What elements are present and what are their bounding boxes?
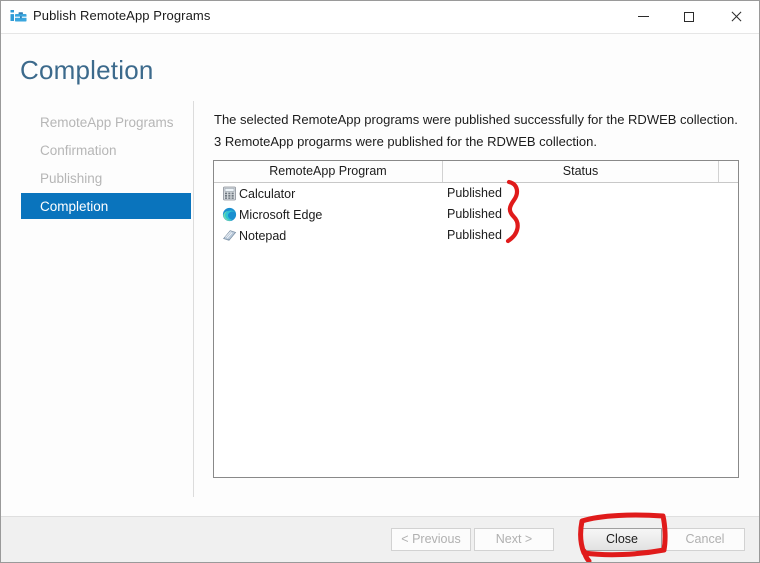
remoteapp-toolbox-icon bbox=[10, 9, 27, 26]
program-status-label: Published bbox=[447, 186, 502, 200]
publish-remoteapp-wizard-window: Publish RemoteApp Programs Completion Re… bbox=[0, 0, 760, 563]
program-name-cell: Calculator bbox=[222, 183, 295, 204]
sidebar-item-publishing[interactable]: Publishing bbox=[1, 165, 193, 191]
program-status-label: Published bbox=[447, 228, 502, 242]
calculator-icon bbox=[222, 186, 237, 201]
notepad-icon bbox=[222, 228, 237, 243]
sidebar-item-completion[interactable]: Completion bbox=[21, 193, 191, 219]
close-icon bbox=[730, 11, 741, 22]
next-button[interactable]: Next > bbox=[474, 528, 554, 551]
sidebar-item-label: RemoteApp Programs bbox=[40, 114, 174, 130]
success-message-secondary: 3 RemoteApp progarms were published for … bbox=[214, 134, 597, 149]
page-title: Completion bbox=[20, 55, 154, 85]
microsoft-edge-icon bbox=[222, 207, 237, 222]
minimize-button[interactable] bbox=[620, 1, 666, 32]
table-row[interactable]: Notepad Published bbox=[214, 225, 738, 246]
program-name-label: Notepad bbox=[239, 228, 287, 243]
sidebar-item-label: Confirmation bbox=[40, 142, 117, 158]
published-programs-table: RemoteApp Program Status Calculator Publ… bbox=[213, 160, 739, 478]
column-header-status[interactable]: Status bbox=[443, 161, 719, 182]
minimize-icon bbox=[637, 16, 649, 17]
close-button[interactable]: Close bbox=[582, 528, 662, 551]
sidebar-divider bbox=[193, 101, 194, 497]
sidebar-item-remoteapp-programs[interactable]: RemoteApp Programs bbox=[1, 109, 193, 135]
program-status-label: Published bbox=[447, 207, 502, 221]
success-message-primary: The selected RemoteApp programs were pub… bbox=[214, 112, 738, 127]
previous-button[interactable]: < Previous bbox=[391, 528, 471, 551]
program-name-label: Microsoft Edge bbox=[239, 207, 323, 222]
table-row[interactable]: Microsoft Edge Published bbox=[214, 204, 738, 225]
title-bar: Publish RemoteApp Programs bbox=[1, 1, 759, 34]
maximize-icon bbox=[684, 11, 694, 22]
column-header-blank[interactable] bbox=[719, 161, 738, 182]
table-row[interactable]: Calculator Published bbox=[214, 183, 738, 204]
close-window-button[interactable] bbox=[712, 1, 758, 32]
program-name-cell: Microsoft Edge bbox=[222, 204, 322, 225]
sidebar-item-label: Completion bbox=[40, 198, 109, 214]
maximize-button[interactable] bbox=[666, 1, 712, 32]
cancel-button[interactable]: Cancel bbox=[665, 528, 745, 551]
wizard-footer: < Previous Next > Close Cancel bbox=[1, 516, 759, 562]
column-header-remoteapp-program[interactable]: RemoteApp Program bbox=[214, 161, 443, 182]
table-header-row: RemoteApp Program Status bbox=[214, 161, 738, 183]
wizard-step-nav: RemoteApp Programs Confirmation Publishi… bbox=[1, 109, 193, 221]
sidebar-item-label: Publishing bbox=[40, 170, 103, 186]
program-name-cell: Notepad bbox=[222, 225, 286, 246]
window-title: Publish RemoteApp Programs bbox=[33, 8, 211, 23]
program-name-label: Calculator bbox=[239, 186, 296, 201]
sidebar-item-confirmation[interactable]: Confirmation bbox=[1, 137, 193, 163]
